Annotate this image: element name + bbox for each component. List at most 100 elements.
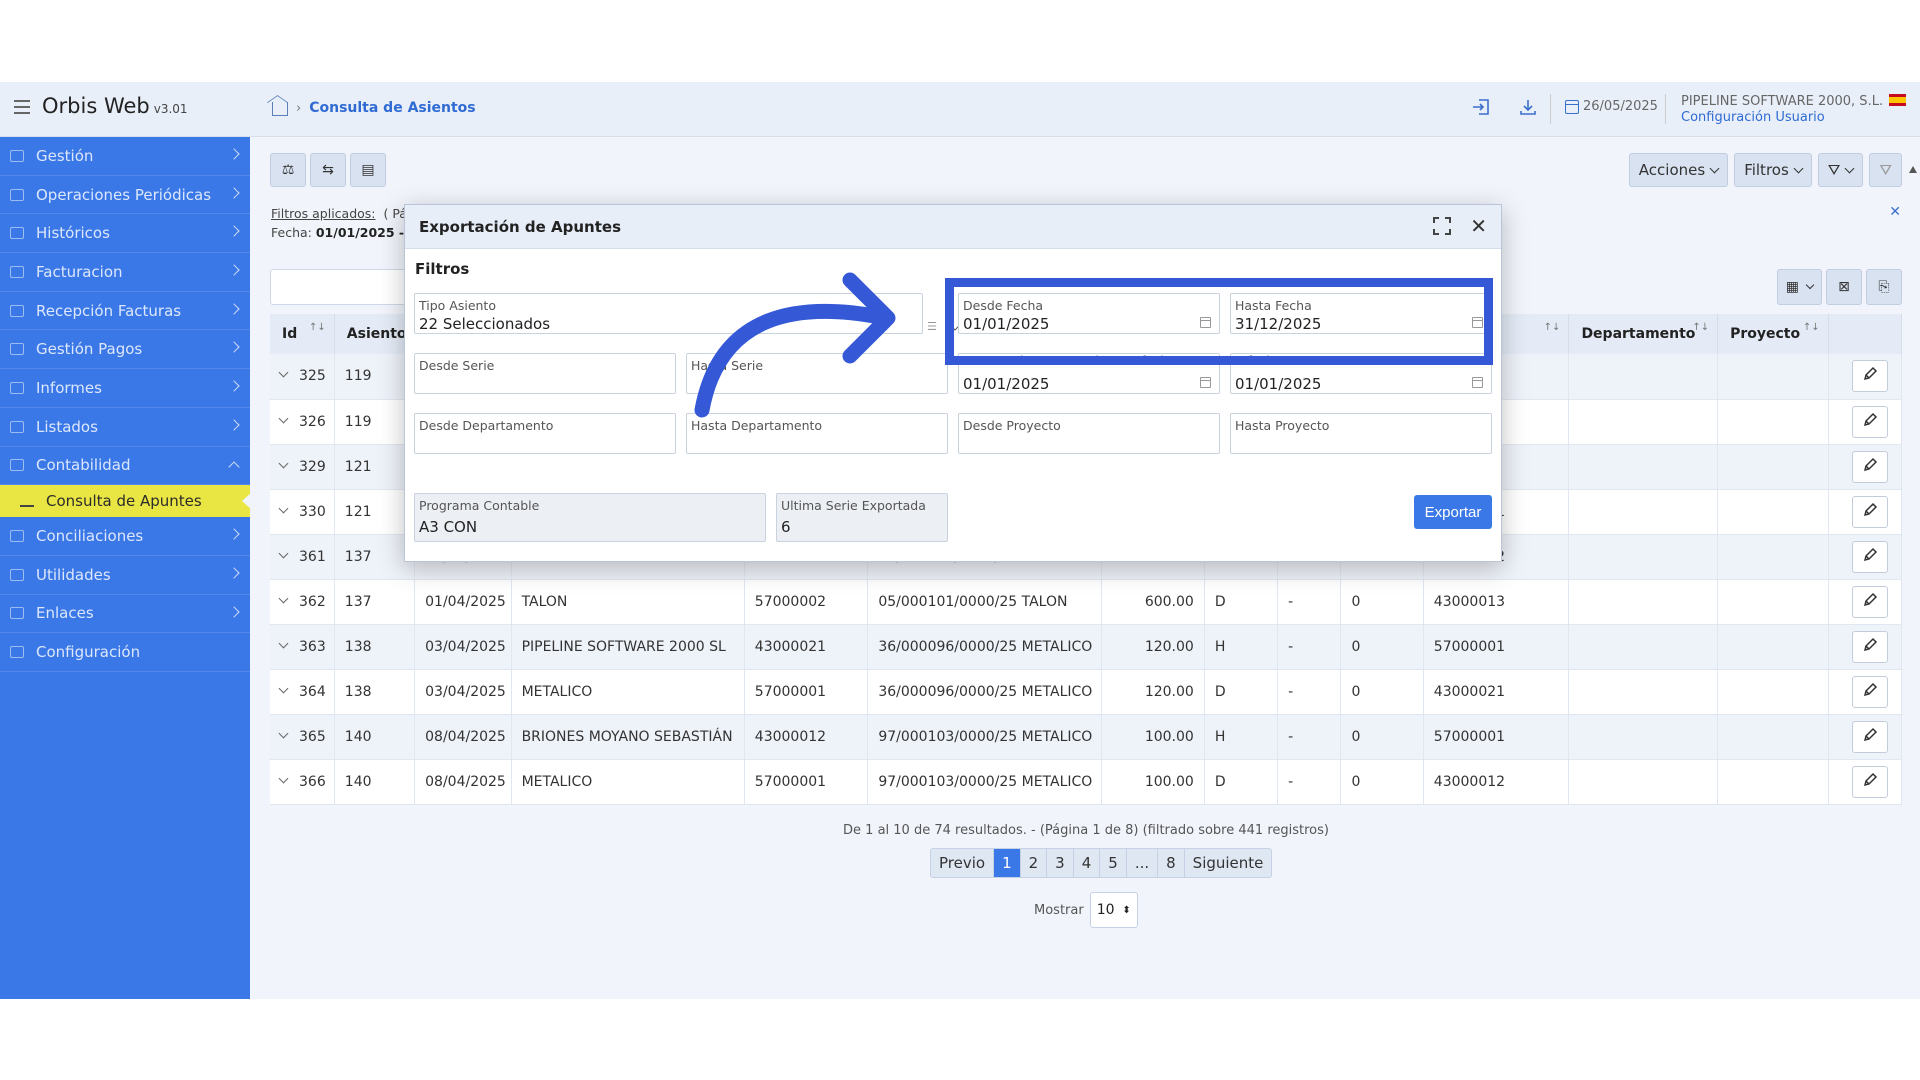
clear-filter-button[interactable]: ⛛ <box>1869 153 1902 187</box>
list-icon[interactable]: ☰ <box>927 320 937 333</box>
sidebar-item-facturacion[interactable]: Facturacion <box>0 253 250 292</box>
expand-row-icon[interactable] <box>278 593 289 603</box>
download-icon[interactable] <box>1517 98 1539 118</box>
calendar-icon[interactable] <box>1200 377 1211 388</box>
cuenta-cell: 43000012 <box>744 714 869 760</box>
search-input[interactable] <box>270 269 420 305</box>
expand-row-icon[interactable] <box>278 728 289 738</box>
expand-row-icon[interactable] <box>278 503 289 513</box>
calendar-icon[interactable] <box>1472 377 1483 388</box>
column-header-proyecto[interactable]: Proyecto ↑↓ <box>1717 314 1829 354</box>
page-button[interactable]: 4 <box>1074 849 1101 877</box>
export-doc-icon[interactable]: ▤ <box>350 153 386 187</box>
page-button[interactable]: 8 <box>1158 849 1185 877</box>
breadcrumb-current[interactable]: Consulta de Asientos <box>309 100 475 116</box>
edit-button[interactable] <box>1851 495 1888 528</box>
prev-page-button[interactable]: Previo <box>931 849 995 877</box>
sidebar-item-operaciones[interactable]: Operaciones Periódicas <box>0 176 250 215</box>
expand-row-icon[interactable] <box>278 773 289 783</box>
edit-button[interactable] <box>1851 630 1888 663</box>
logout-icon[interactable] <box>1470 98 1492 118</box>
chevron-up-icon <box>228 460 240 473</box>
concepto-cell: 97/000103/0000/25 METALICO <box>867 759 1103 805</box>
table-row[interactable]: 365 140 08/04/2025 BRIONES MOYANO SEBASTIÁN… <box>270 714 1903 760</box>
filtros-button[interactable]: Filtros <box>1734 153 1812 187</box>
expand-row-icon[interactable] <box>278 683 289 693</box>
edit-button[interactable] <box>1851 720 1888 753</box>
next-page-button[interactable]: Siguiente <box>1185 849 1272 877</box>
edit-button[interactable] <box>1851 540 1888 573</box>
page-button[interactable]: 1 <box>994 849 1021 877</box>
sidebar-item-label: Operaciones Periódicas <box>36 185 212 204</box>
edit-button[interactable] <box>1851 360 1888 393</box>
close-icon[interactable]: ✕ <box>1470 214 1487 238</box>
filter-options-button[interactable]: ⛛ <box>1817 153 1864 187</box>
sidebar-item-contabilidad[interactable]: Contabilidad <box>0 447 250 486</box>
expand-row-icon[interactable] <box>278 367 289 378</box>
page-button[interactable]: 2 <box>1021 849 1048 877</box>
edit-button[interactable] <box>1851 405 1888 438</box>
edit-button[interactable] <box>1851 450 1888 483</box>
user-config-link[interactable]: Configuración Usuario <box>1681 110 1891 125</box>
excel-export-icon[interactable]: ⊠ <box>1826 269 1862 305</box>
importe-cell: 120.00 <box>1101 669 1205 715</box>
sidebar-item-recepcion[interactable]: Recepción Facturas <box>0 292 250 331</box>
session-date[interactable]: 26/05/2025 <box>1565 99 1658 114</box>
sidebar-subitem-consulta-apuntes[interactable]: Consulta de Apuntes <box>0 485 251 518</box>
spain-flag-icon[interactable] <box>1889 94 1906 106</box>
marca-cell: 0 <box>1340 579 1424 625</box>
expand-row-icon[interactable] <box>278 548 289 558</box>
edit-button[interactable] <box>1851 765 1888 798</box>
edit-button[interactable] <box>1851 585 1888 618</box>
asiento-cell: 138 <box>334 669 416 715</box>
home-icon[interactable] <box>272 102 288 116</box>
columns-button[interactable]: ▦ <box>1776 269 1822 305</box>
expand-row-icon[interactable] <box>278 638 289 648</box>
table-row[interactable]: 366 140 08/04/2025 METALICO 57000001 97/00010… <box>270 759 1903 805</box>
cuenta-cell: 57000001 <box>744 759 869 805</box>
sidebar-item-enlaces[interactable]: Enlaces <box>0 595 250 634</box>
sidebar-item-historicos[interactable]: Históricos <box>0 214 250 254</box>
nombre-cell: METALICO <box>511 759 745 805</box>
expand-row-icon[interactable] <box>278 458 289 468</box>
id-value: 363 <box>299 638 326 655</box>
export-button[interactable]: Exportar <box>1414 495 1492 529</box>
close-icon[interactable]: ✕ <box>1889 204 1901 220</box>
expand-row-icon[interactable] <box>278 413 289 423</box>
hamburger-menu-icon[interactable] <box>14 100 30 114</box>
desde-serie-field[interactable]: Desde Serie <box>414 353 676 394</box>
field-value: 01/01/2025 <box>963 375 1050 393</box>
pdf-export-icon[interactable]: ⎘ <box>1866 269 1902 305</box>
table-row[interactable]: 363 138 03/04/2025 PIPELINE SOFTWARE 2000 S… <box>270 624 1903 670</box>
sidebar-item-informes[interactable]: Informes <box>0 369 250 408</box>
sidebar-item-configuracion[interactable]: Configuración <box>0 633 250 672</box>
sidebar-item-pagos[interactable]: Gestión Pagos <box>0 330 250 370</box>
page-button[interactable]: 5 <box>1100 849 1127 877</box>
scroll-up-icon[interactable] <box>1909 166 1917 173</box>
departamento-cell <box>1568 669 1719 715</box>
page-size-select[interactable]: 10 ⬍ <box>1089 892 1138 928</box>
column-header-asiento[interactable]: Asiento <box>334 314 416 354</box>
transfer-icon[interactable]: ⇆ <box>310 153 346 187</box>
desde-proyecto-field[interactable]: Desde Proyecto <box>958 413 1220 454</box>
sidebar-item-listados[interactable]: Listados <box>0 408 250 447</box>
acciones-button[interactable]: Acciones <box>1628 153 1729 187</box>
column-header-id[interactable]: Id ↑↓ <box>270 314 335 354</box>
page-button[interactable]: 3 <box>1047 849 1074 877</box>
sidebar-item-conciliaciones[interactable]: Conciliaciones <box>0 517 250 556</box>
edit-button[interactable] <box>1851 675 1888 708</box>
maximize-icon[interactable] <box>1433 217 1451 235</box>
sidebar-item-gestion[interactable]: Gestión <box>0 137 250 176</box>
hasta-proyecto-field[interactable]: Hasta Proyecto <box>1230 413 1492 454</box>
sidebar-item-label: Gestión <box>36 146 94 165</box>
table-row[interactable]: 364 138 03/04/2025 METALICO 57000001 36/00009… <box>270 669 1903 715</box>
concepto-cell: 05/000101/0000/25 TALON <box>867 579 1103 625</box>
table-row[interactable]: 362 137 01/04/2025 TALON 57000002 05/000101/0… <box>270 579 1903 625</box>
column-header-departamento[interactable]: Departamento ↑↓ <box>1568 314 1719 354</box>
vertical-scrollbar[interactable] <box>1906 164 1920 999</box>
applied-filters-link[interactable]: Filtros aplicados: <box>271 206 376 221</box>
sidebar-item-utilidades[interactable]: Utilidades <box>0 556 250 595</box>
desde-departamento-field[interactable]: Desde Departamento <box>414 413 676 454</box>
balance-icon[interactable]: ⚖ <box>270 153 306 187</box>
page-size-control: Mostrar 10 ⬍ <box>1034 892 1138 928</box>
